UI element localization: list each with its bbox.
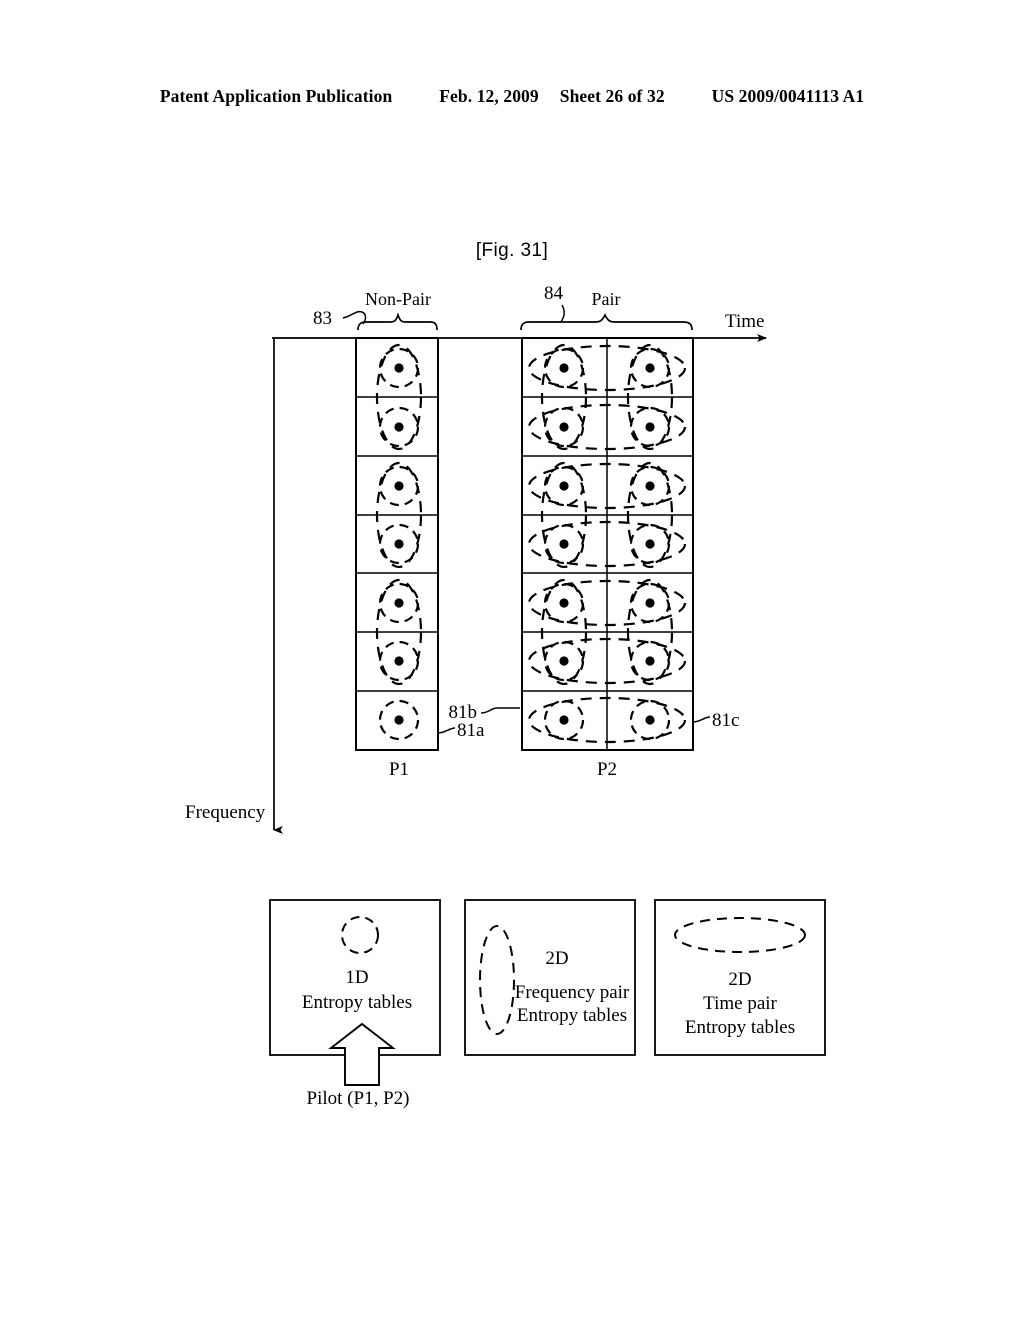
callout-81c-label: 81c (712, 710, 739, 731)
non-pair-label: Non-Pair (365, 289, 431, 309)
pair-brace (520, 313, 693, 331)
vertical-ellipse-shape-icon (479, 925, 515, 1035)
callout-81b-leader (480, 707, 520, 714)
callout-81a-leader (437, 727, 456, 734)
pair-label: Pair (592, 289, 621, 309)
pilot-dot (645, 363, 655, 373)
reference-83: 83 (313, 308, 367, 329)
time-axis: Time (272, 311, 767, 342)
non-pair-brace (357, 312, 438, 331)
legend-1-line1: 1D (345, 967, 368, 988)
legend-2-line3: Entropy tables (517, 1005, 627, 1026)
pilot-input-label: Pilot (P1, P2) (307, 1088, 410, 1109)
legend-box-outline (464, 899, 636, 1056)
callout-81a: 81a (437, 720, 485, 741)
time-axis-label: Time (725, 311, 764, 332)
circle-shape-icon (341, 916, 379, 954)
pilot-dot (559, 715, 569, 725)
pilot-dot (394, 481, 404, 491)
legend-2-line2: Frequency pair (515, 982, 630, 1003)
legend-box-1d-entropy-tables: 1D Entropy tables Pilot (P1, P2) (269, 899, 441, 1109)
legend-3-line3: Entropy tables (685, 1017, 795, 1038)
p2-grid: P2 (521, 337, 694, 780)
reference-84: 84 (544, 283, 565, 323)
legend-2-line1: 2D (545, 948, 568, 969)
pilot-dot (559, 656, 569, 666)
pilot-dot (645, 598, 655, 608)
p2-column-label: P2 (597, 759, 617, 780)
p1-column-label: P1 (389, 759, 409, 780)
horizontal-ellipse-shape-icon (674, 917, 806, 953)
p1-grid: P1 (355, 337, 439, 780)
legend-3-line1: 2D (728, 969, 751, 990)
frequency-axis: Frequency (185, 338, 283, 834)
legend-box-2d-frequency-pair-entropy-tables: 2D Frequency pair Entropy tables (464, 899, 636, 1056)
callout-81b-label: 81b (449, 702, 478, 723)
callout-81c: 81c (692, 710, 739, 731)
patent-figure-page: Patent Application Publication Feb. 12, … (0, 0, 1024, 1320)
pilot-dot (645, 539, 655, 549)
reference-84-leader (560, 304, 565, 323)
pilot-dot (559, 539, 569, 549)
non-pair-group-annotation: Non-Pair (357, 289, 438, 331)
pilot-dot (645, 481, 655, 491)
legend-3-line2: Time pair (703, 993, 777, 1014)
pilot-dot (394, 539, 404, 549)
legend-1-line2: Entropy tables (302, 992, 412, 1013)
callout-81c-leader (692, 716, 711, 723)
pilot-dot (559, 363, 569, 373)
pilot-dot (645, 422, 655, 432)
legend-box-2d-time-pair-entropy-tables: 2D Time pair Entropy tables (654, 899, 826, 1056)
pilot-dot (645, 656, 655, 666)
reference-83-label: 83 (313, 308, 332, 329)
pilot-dot (559, 598, 569, 608)
pilot-dot (394, 598, 404, 608)
callout-81a-label: 81a (457, 720, 485, 741)
pilot-dot (394, 715, 404, 725)
pilot-dot (394, 656, 404, 666)
pilot-dot (559, 422, 569, 432)
frequency-axis-label: Frequency (185, 802, 266, 823)
p1-cells (378, 347, 420, 741)
pilot-dot (394, 363, 404, 373)
pilot-dot (559, 481, 569, 491)
figure-drawing: Time Frequency 83 Non-Pair 84 Pair P1 81… (185, 283, 826, 1109)
pilot-dot (645, 715, 655, 725)
reference-84-label: 84 (544, 283, 564, 304)
pilot-dot (394, 422, 404, 432)
